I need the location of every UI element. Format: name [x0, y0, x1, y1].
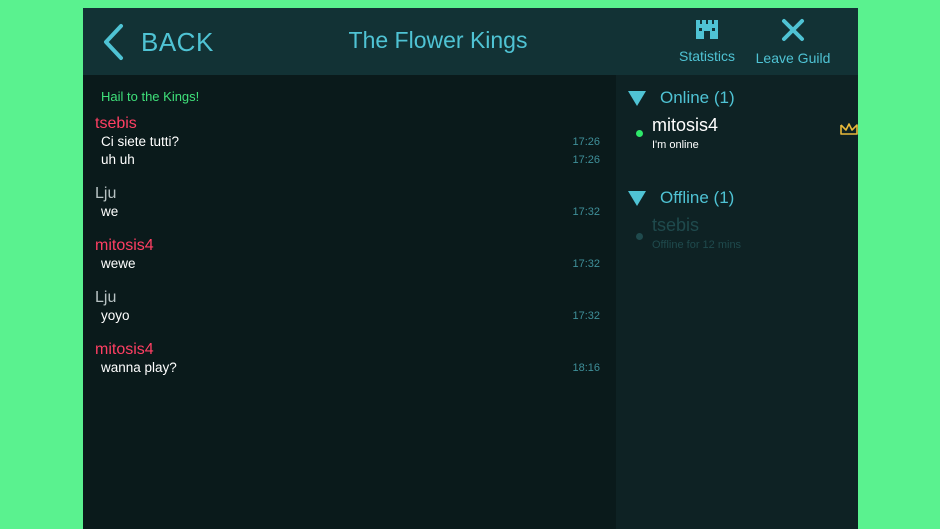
- guild-motd: Hail to the Kings!: [101, 89, 200, 104]
- castle-icon: [696, 20, 718, 39]
- online-status-dot: [636, 130, 643, 137]
- leave-guild-label: Leave Guild: [755, 50, 831, 66]
- guild-chat-screen: BACK The Flower Kings Statistics Leave G…: [83, 8, 858, 529]
- offline-section-toggle[interactable]: Offline (1): [628, 188, 734, 208]
- message-text: Ci siete tutti?: [101, 134, 180, 149]
- offline-section-label: Offline (1): [660, 188, 735, 207]
- member-name: mitosis4: [652, 115, 719, 135]
- online-section-label: Online (1): [660, 88, 735, 107]
- message-group: Lju yoyo 17:32: [95, 288, 600, 326]
- message-group: mitosis4 wanna play? 18:16: [95, 340, 600, 378]
- message-author[interactable]: Lju: [95, 184, 600, 204]
- message-time: 18:16: [572, 362, 600, 374]
- back-button[interactable]: BACK: [101, 22, 241, 62]
- message-time: 17:26: [572, 136, 600, 148]
- crown-icon: [840, 123, 858, 135]
- message-group: Lju we 17:32: [95, 184, 600, 222]
- message-line: yoyo 17:32: [95, 308, 600, 326]
- chat-panel[interactable]: Hail to the Kings! tsebis Ci siete tutti…: [83, 75, 616, 529]
- message-line: we 17:32: [95, 204, 600, 222]
- triangle-down-icon: [628, 90, 646, 106]
- chevron-left-icon: [104, 24, 123, 60]
- message-author[interactable]: mitosis4: [95, 340, 600, 360]
- message-time: 17:32: [572, 310, 600, 322]
- message-line: Ci siete tutti? 17:26: [95, 134, 600, 152]
- message-author[interactable]: tsebis: [95, 114, 600, 134]
- message-time: 17:32: [572, 258, 600, 270]
- message-text: uh uh: [101, 152, 135, 167]
- close-icon: [782, 19, 804, 41]
- statistics-label: Statistics: [678, 48, 735, 64]
- message-time: 17:26: [572, 154, 600, 166]
- message-group: tsebis Ci siete tutti? 17:26 uh uh 17:26: [95, 114, 600, 170]
- member-item-tsebis[interactable]: tsebis Offline for 12 mins: [636, 215, 846, 255]
- page-title: The Flower Kings: [348, 27, 528, 53]
- leave-guild-button[interactable]: Leave Guild: [751, 18, 835, 70]
- top-bar: BACK The Flower Kings Statistics Leave G…: [83, 8, 858, 75]
- message-author[interactable]: mitosis4: [95, 236, 600, 256]
- member-status: I'm online: [652, 139, 699, 151]
- member-status: Offline for 12 mins: [652, 239, 742, 251]
- message-line: wewe 17:32: [95, 256, 600, 274]
- message-line: wanna play? 18:16: [95, 360, 600, 378]
- message-line: uh uh 17:26: [95, 152, 600, 170]
- member-name: tsebis: [652, 215, 700, 235]
- offline-status-dot: [636, 233, 643, 240]
- online-section-toggle[interactable]: Online (1): [628, 88, 735, 108]
- triangle-down-icon: [628, 190, 646, 206]
- message-text: yoyo: [101, 308, 130, 323]
- member-list-panel: Online (1) mitosis4 I'm online Offline (…: [616, 75, 858, 529]
- member-item-mitosis4[interactable]: mitosis4 I'm online: [636, 115, 858, 155]
- message-text: wewe: [101, 256, 136, 271]
- back-label: BACK: [141, 26, 214, 57]
- message-time: 17:32: [572, 206, 600, 218]
- message-author[interactable]: Lju: [95, 288, 600, 308]
- message-text: we: [101, 204, 119, 219]
- message-group: mitosis4 wewe 17:32: [95, 236, 600, 274]
- statistics-button[interactable]: Statistics: [673, 18, 741, 70]
- message-text: wanna play?: [101, 360, 177, 375]
